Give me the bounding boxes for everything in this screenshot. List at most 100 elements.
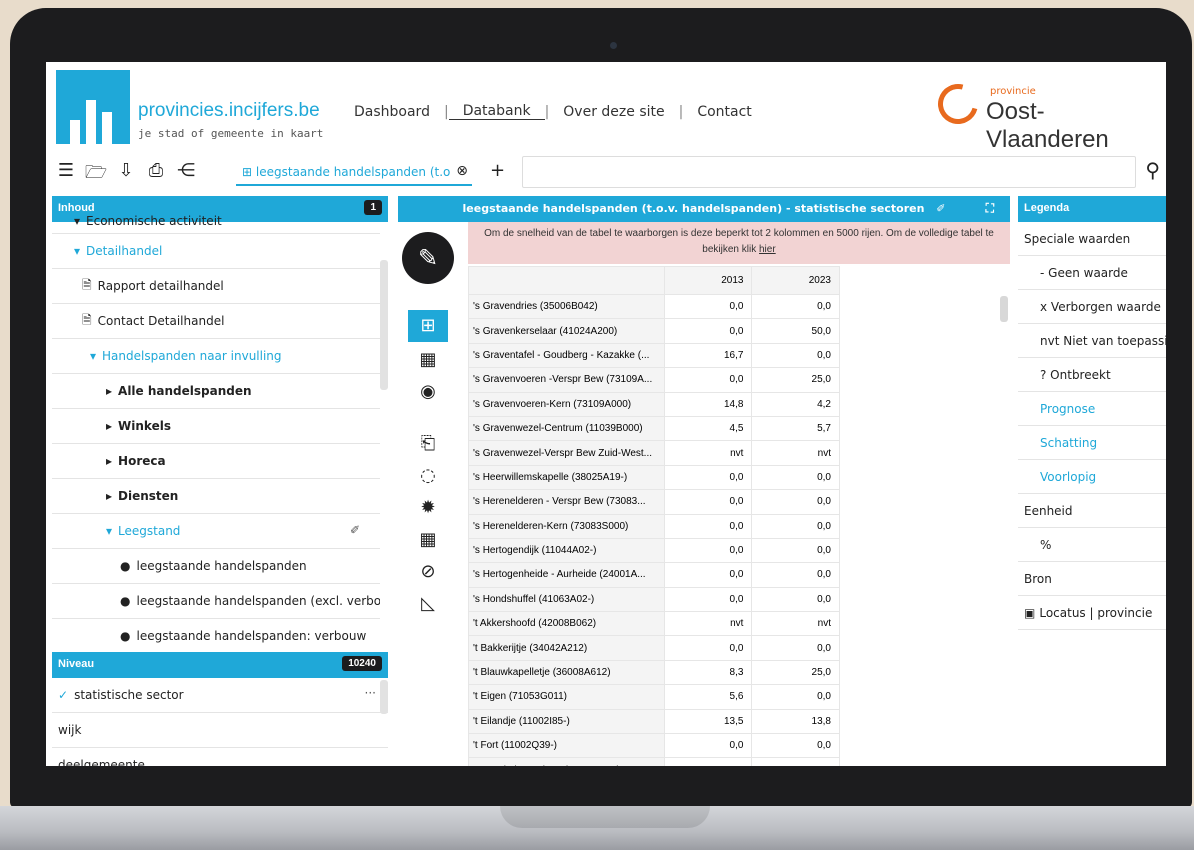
edit-title-icon[interactable]: ✐ <box>936 202 945 215</box>
tree-item-rapport-detailhandel[interactable]: 🗎 Rapport detailhandel <box>52 269 380 304</box>
table-row[interactable]: 's Gravenvoeren-Kern (73109A000) 14,8 4,2 <box>468 391 840 417</box>
legend-row[interactable]: - Geen waarde <box>1018 256 1166 290</box>
nav-contact[interactable]: Contact <box>683 104 765 120</box>
table-row[interactable]: 's Gravenwezel-Centrum (11039B000) 4,5 5,7 <box>468 415 840 442</box>
pin-icon[interactable]: ✐ <box>350 523 360 537</box>
tree-item-winkels[interactable]: ▸ Winkels <box>52 409 380 444</box>
camera <box>610 42 617 49</box>
niveau-item-wijk[interactable]: wijk <box>52 713 388 748</box>
notice-link[interactable]: hier <box>759 244 776 255</box>
more-options-icon[interactable]: ··· <box>365 686 376 700</box>
table-row[interactable]: 't Eilandje (11002I85-) 13,5 13,8 <box>468 708 840 735</box>
print-icon[interactable]: ⎙ <box>144 160 168 181</box>
niveau-item-deelgemeente[interactable]: deelgemeente <box>52 748 388 766</box>
legend-row[interactable]: Prognose <box>1018 392 1166 426</box>
tree-item-leegstand[interactable]: ▾ Leegstand ✐ <box>52 514 380 549</box>
table-icon: ⊞ <box>242 165 253 179</box>
tri-down-icon: ▾ <box>74 244 81 258</box>
province-logo[interactable]: provincie Oost-Vlaanderen <box>930 76 1156 153</box>
legend-row[interactable]: % <box>1018 528 1166 562</box>
tree-item-handelspanden-invulling[interactable]: ▾ Handelspanden naar invulling <box>52 339 380 374</box>
table-view-icon[interactable]: ⊞ <box>408 310 448 342</box>
column-header-2023[interactable]: 2023 <box>751 266 840 295</box>
columns-icon[interactable]: ▦ <box>408 524 448 556</box>
expand-icon[interactable]: ⛶ <box>986 201 994 216</box>
nav-databank[interactable]: Databank <box>448 103 545 120</box>
table-row[interactable]: 's Heerwillemskapelle (38025A19-) 0,0 0,0 <box>468 464 840 491</box>
download-icon[interactable]: ⇩ <box>114 160 138 181</box>
niveau-item-statistische-sector[interactable]: ✓ statistische sector ··· <box>52 678 388 713</box>
palette-icon[interactable]: ◌ <box>408 460 448 492</box>
eye-off-icon[interactable]: ⊘ <box>408 556 448 588</box>
niveau-panel: Niveau 10240 ✓ statistische sector ··· w… <box>52 652 388 766</box>
legenda-header: Legenda <box>1018 196 1166 222</box>
globe-icon[interactable]: ◉ <box>408 376 448 408</box>
niveau-badge: 10240 <box>342 656 382 671</box>
legend-row[interactable]: ▣ Locatus | provincie <box>1018 596 1166 630</box>
tree-item-economische-activiteit[interactable]: ▾ Economische activiteit <box>52 208 380 234</box>
table-row[interactable]: 's Hertogendijk (11044A02-) 0,0 0,0 <box>468 537 840 564</box>
table-row[interactable]: 's Hertogenheide - Aurheide (24001A... 0,… <box>468 562 840 588</box>
table-scrollbar[interactable] <box>1000 296 1008 322</box>
row-name-cell: 's Hertogenheide - Aurheide (24001A... <box>468 562 665 588</box>
site-name[interactable]: provincies.incijfers.be <box>138 100 320 122</box>
settings-icon[interactable]: ✹ <box>408 492 448 524</box>
site-logo-icon[interactable] <box>56 70 130 144</box>
tree-item-leegstaande-excl[interactable]: ● leegstaande handelspanden (excl. verbo… <box>52 584 380 619</box>
column-header-2013[interactable]: 2013 <box>663 266 753 295</box>
nav-over[interactable]: Over deze site <box>549 104 678 120</box>
export-icon[interactable]: ⎗ <box>408 428 448 460</box>
legenda-title: Legenda <box>1024 202 1070 214</box>
legenda-body: Speciale waarden - Geen waarde x Verborgen… <box>1018 222 1166 630</box>
legend-row[interactable]: nvt Niet van toepassing <box>1018 324 1166 358</box>
table-row[interactable]: 's Gravendries (35006B042) 0,0 0,0 <box>468 293 840 320</box>
search-icon[interactable]: ⚲ <box>1145 158 1160 182</box>
tree-item-diensten[interactable]: ▸ Diensten <box>52 479 380 514</box>
niveau-title: Niveau <box>58 658 95 670</box>
tree-item-horeca[interactable]: ▸ Horeca <box>52 444 380 479</box>
check-icon: ✓ <box>58 688 69 702</box>
tree-item-detailhandel[interactable]: ▾ Detailhandel <box>52 234 380 269</box>
table-row[interactable]: 's Herenelderen-Kern (73083S000) 0,0 0,0 <box>468 513 840 539</box>
legend-label: % <box>1040 537 1052 552</box>
tree-item-leegstaande-verbouw[interactable]: ● leegstaande handelspanden: verbouw <box>52 619 380 646</box>
tree-item-contact-detailhandel[interactable]: 🗎 Contact Detailhandel <box>52 304 380 339</box>
tri-down-icon: ▾ <box>90 349 97 363</box>
pivot-table-icon[interactable]: ▦ <box>408 344 448 376</box>
table-row[interactable]: 's Hondshuffel (41063A02-) 0,0 0,0 <box>468 586 840 613</box>
legend-row[interactable]: ? Ontbreekt <box>1018 358 1166 392</box>
table-row[interactable]: 's Gravenwezel-Verspr Bew Zuid-West... nv… <box>468 440 840 466</box>
legend-row[interactable]: Voorlopig <box>1018 460 1166 494</box>
tab-leegstaande-handelspanden[interactable]: ⊞ leegstaande handelspanden (t.o ⊗ <box>236 158 472 186</box>
value-2023-cell: 3,8 <box>751 757 840 766</box>
table-header-row: 2013 2023 <box>468 266 840 295</box>
search-input[interactable] <box>522 156 1136 188</box>
ruler-icon[interactable]: ◺ <box>408 588 448 620</box>
value-2023-cell: 0,0 <box>751 489 840 515</box>
menu-icon[interactable]: ☰ <box>54 160 78 181</box>
close-icon[interactable]: ⊗ <box>456 163 468 179</box>
table-row[interactable]: 't Fort (11002Q39-) 0,0 0,0 <box>468 733 840 759</box>
table-row[interactable]: 't Akkershoofd (42008B062) nvt nvt <box>468 611 840 637</box>
table-row[interactable]: 't Bakkerijtje (34042A212) 0,0 0,0 <box>468 635 840 661</box>
folder-icon[interactable]: 🗁 <box>84 160 108 190</box>
legend-row[interactable]: Schatting <box>1018 426 1166 460</box>
tree-item-leegstaande-handelspanden[interactable]: ● leegstaande handelspanden <box>52 549 380 584</box>
table-row[interactable]: 's Gravenvoeren -Verspr Bew (73109A... 0,… <box>468 367 840 393</box>
table-row[interactable]: 't Eigen (71053G011) 5,6 0,0 <box>468 684 840 710</box>
pencil-icon[interactable]: ✎ <box>402 232 454 284</box>
table-row[interactable]: 's Gravenkerselaar (41024A200) 0,0 50,0 <box>468 318 840 344</box>
legend-row[interactable]: x Verborgen waarde <box>1018 290 1166 324</box>
table-row[interactable]: 't Fortuintje - Veltem (24005E01-)17,23,… <box>468 757 840 766</box>
row-name-cell: 's Hertogendijk (11044A02-) <box>468 537 665 564</box>
share-icon[interactable]: ⋲ <box>174 160 198 181</box>
legend-label: - Geen waarde <box>1040 265 1128 280</box>
nav-dashboard[interactable]: Dashboard <box>340 104 444 120</box>
inhoud-scrollbar[interactable] <box>380 260 388 390</box>
tree-item-alle-handelspanden[interactable]: ▸ Alle handelspanden <box>52 374 380 409</box>
add-tab-button[interactable]: + <box>490 160 505 181</box>
table-row[interactable]: 's Graventafel - Goudberg - Kazakke (...… <box>468 342 840 369</box>
table-row[interactable]: 's Herenelderen - Verspr Bew (73083... 0,… <box>468 489 840 515</box>
niveau-scrollbar[interactable] <box>380 680 388 714</box>
table-row[interactable]: 't Blauwkapelletje (36008A612) 8,3 25,0 <box>468 659 840 686</box>
